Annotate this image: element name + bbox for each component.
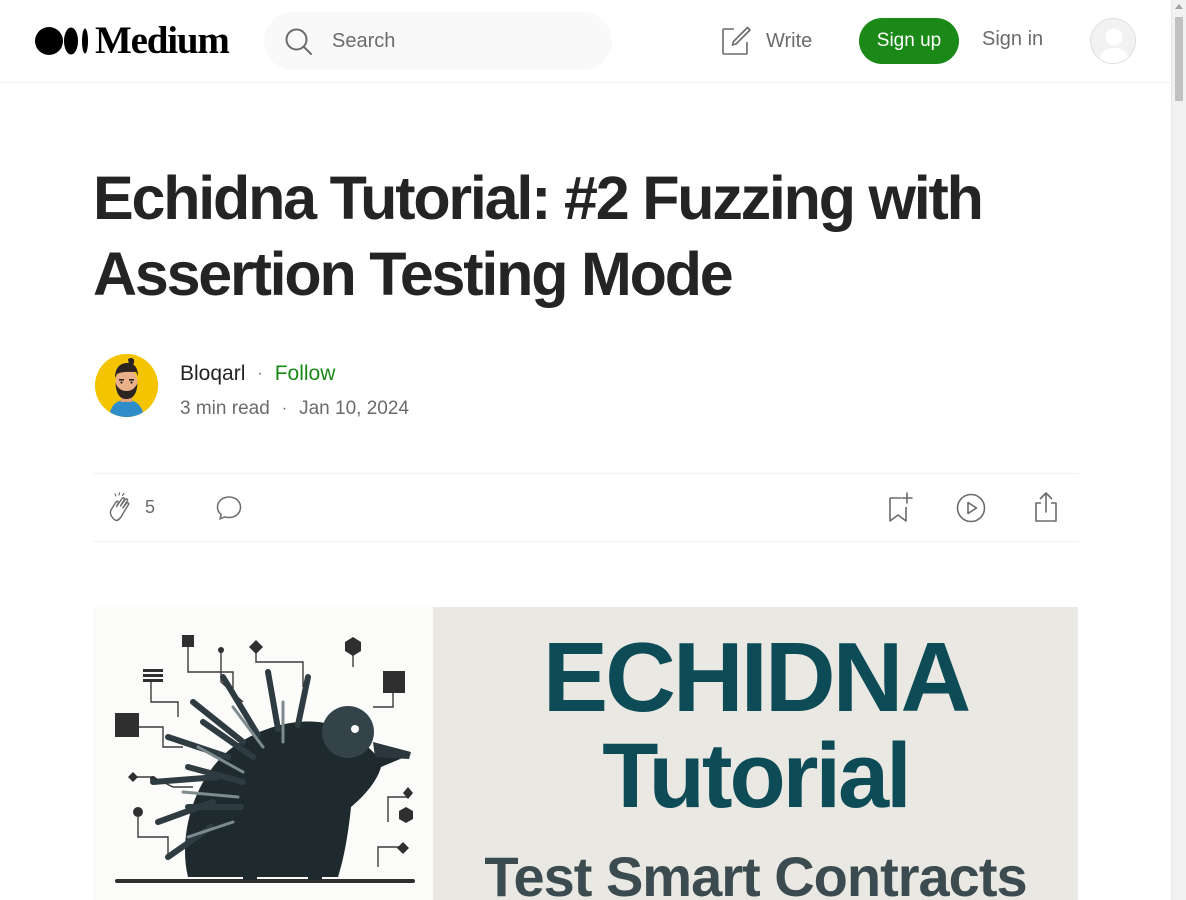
search-input[interactable] [332,12,592,70]
search-box[interactable] [264,12,612,70]
hero-heading-echidna: ECHIDNA [542,622,971,732]
hero-heading-tutorial: Tutorial [602,725,912,827]
medium-logo[interactable]: Medium [35,19,230,62]
sign-in-link[interactable]: Sign in [982,28,1043,51]
scroll-up-arrow-icon[interactable] [1175,4,1183,9]
share-button[interactable] [1033,491,1059,528]
responses-button[interactable] [215,494,243,527]
hero-subheading: Test Smart Contracts [484,845,1027,900]
article-action-bar: 5 [93,473,1079,542]
article-title: Echidna Tutorial: #2 Fuzzing with Assert… [93,164,984,308]
clap-icon [109,492,130,522]
separator-dot: · [281,400,288,417]
author-avatar[interactable] [95,354,158,417]
listen-button[interactable] [956,493,986,528]
author-line: Bloqarl · Follow [180,361,335,387]
author-portrait-icon [95,354,158,417]
bookmark-add-icon [889,492,913,522]
clap-count: 5 [145,496,156,517]
response-icon [216,496,242,520]
echidna-illustration [93,607,433,900]
author-name-link[interactable]: Bloqarl [180,362,245,386]
search-icon [285,28,312,55]
user-avatar-icon [1091,19,1135,63]
user-avatar-button[interactable] [1090,18,1136,64]
echidna-circuit-illustration-icon [93,607,433,900]
save-bookmark-button[interactable] [886,491,916,528]
publish-date: Jan 10, 2024 [299,398,409,419]
article-meta: 3 min read · Jan 10, 2024 [180,397,409,421]
write-icon [722,26,751,55]
page-scrollbar[interactable] [1171,0,1186,900]
hero-title-block: ECHIDNA Tutorial [433,627,1078,825]
clap-button[interactable]: 5 [106,492,155,522]
listen-play-icon [956,493,986,523]
separator-dot: · [257,365,263,382]
article-hero-image: ECHIDNA Tutorial Test Smart Contracts [93,607,1078,900]
medium-logo-icon [35,27,88,55]
read-time: 3 min read [180,398,270,419]
share-icon [1035,492,1057,522]
top-navigation-bar: Medium Write Sign up Sign in [0,0,1171,83]
logo-wordmark: Medium [95,19,230,62]
write-link[interactable]: Write [720,24,812,58]
follow-button[interactable]: Follow [275,362,336,386]
write-label: Write [766,29,813,52]
sign-up-button[interactable]: Sign up [859,18,959,64]
scroll-thumb[interactable] [1175,17,1183,101]
